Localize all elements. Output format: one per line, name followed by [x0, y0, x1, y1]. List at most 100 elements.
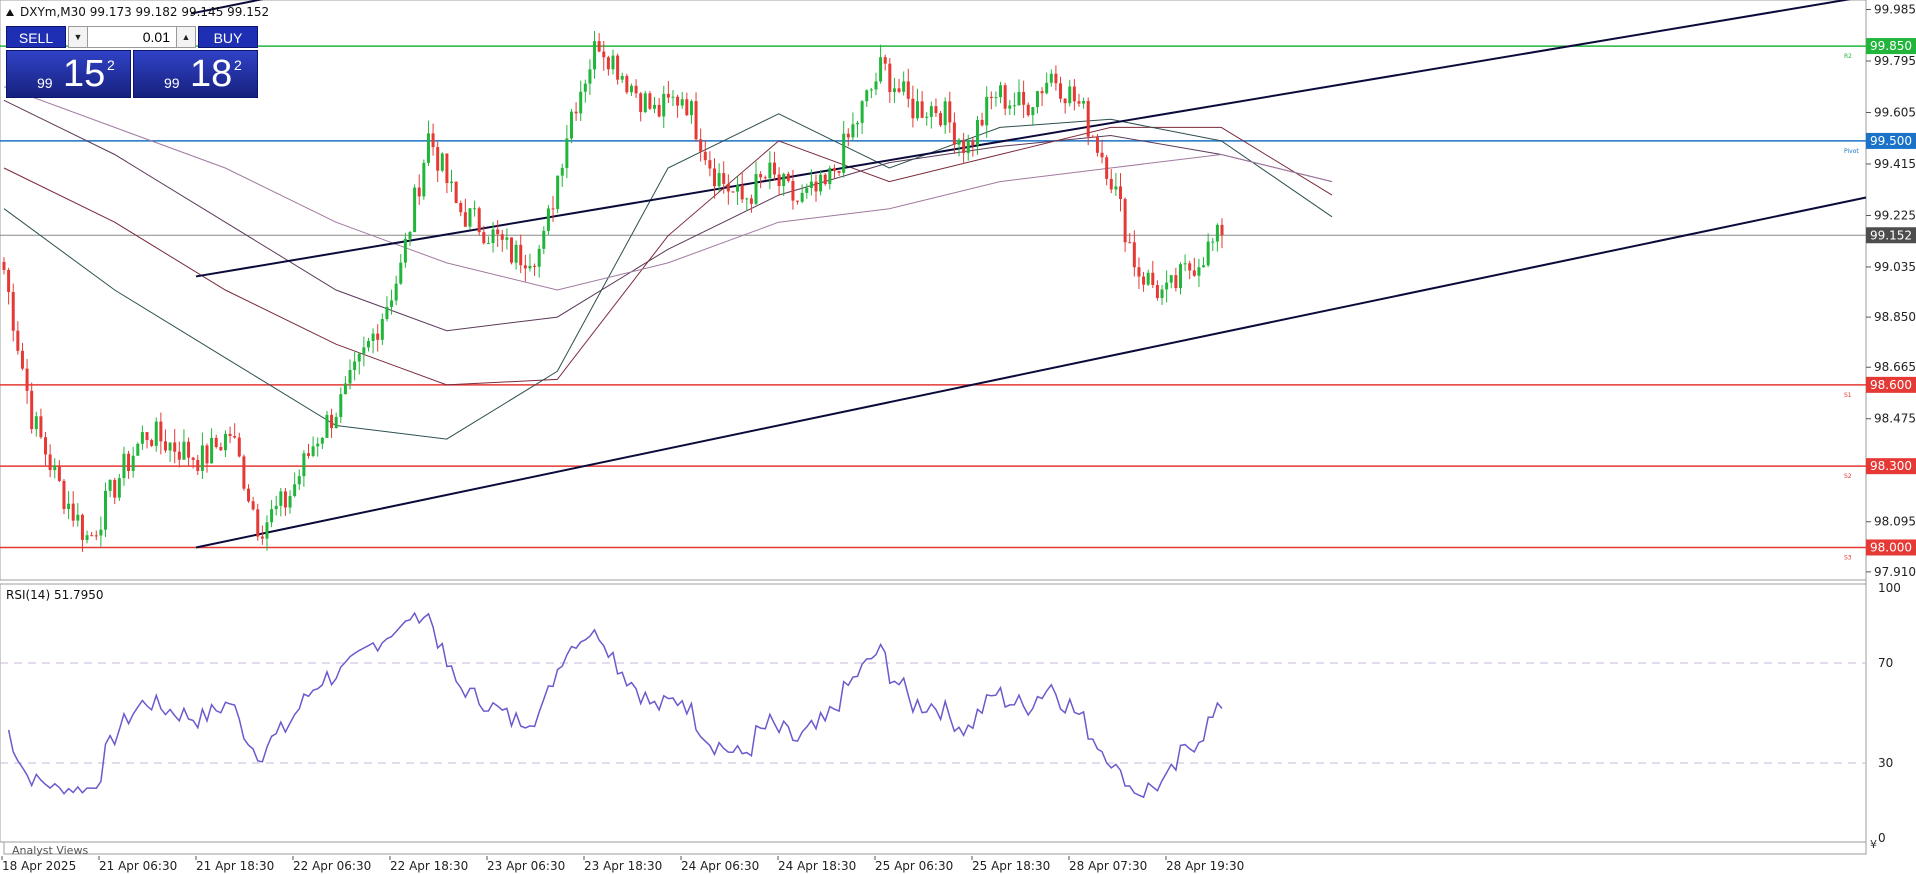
- candle-body: [551, 208, 555, 210]
- candle-body: [999, 85, 1003, 98]
- candle-body: [708, 160, 712, 169]
- candle-body: [1045, 82, 1049, 94]
- candle-body: [629, 85, 633, 93]
- candle-body: [717, 173, 721, 187]
- sell-price-big: 15: [63, 53, 106, 95]
- candle-body: [653, 104, 657, 109]
- candle-body: [1082, 100, 1086, 104]
- rsi-tick-label: 100: [1878, 581, 1901, 595]
- time-label: 25 Apr 18:30: [972, 859, 1050, 873]
- candle-body: [1054, 73, 1058, 84]
- candle-body: [791, 180, 795, 201]
- candle-body: [962, 139, 966, 154]
- buy-button[interactable]: BUY: [198, 26, 258, 48]
- candle-body: [431, 133, 435, 148]
- candle-body: [297, 476, 301, 485]
- scroll-arrow-icon[interactable]: ¥: [1870, 838, 1877, 851]
- candle-body: [159, 421, 163, 442]
- candle-body: [620, 76, 624, 80]
- candle-body: [957, 139, 961, 145]
- candle-body: [814, 181, 818, 192]
- candle-body: [906, 81, 910, 99]
- candle-body: [104, 490, 107, 530]
- candle-body: [1197, 267, 1201, 276]
- candle-body: [408, 232, 412, 239]
- candle-body: [145, 432, 149, 441]
- candle-body: [25, 368, 29, 391]
- candle-body: [251, 501, 255, 510]
- sell-button[interactable]: SELL: [6, 26, 66, 48]
- chart-frame[interactable]: R2 Pivot S1 S2 S3 DXYm,M30 99.173 99.182 99.…: [0, 0, 1916, 874]
- candle-body: [1059, 83, 1063, 99]
- candle-body: [482, 232, 486, 244]
- sell-price-display[interactable]: 99 15 2: [6, 50, 131, 98]
- price-tick-label: 98.850: [1874, 310, 1916, 324]
- candle-body: [616, 55, 620, 80]
- candle-body: [330, 414, 334, 429]
- candle-body: [883, 57, 887, 64]
- candle-body: [952, 122, 956, 145]
- candle-body: [154, 421, 158, 446]
- candle-body: [385, 306, 389, 320]
- candle-body: [897, 88, 901, 92]
- candle-body: [754, 174, 758, 204]
- candle-body: [1063, 98, 1067, 104]
- candle-body: [828, 168, 832, 185]
- current-price-label: 99.152: [1866, 227, 1916, 244]
- lot-decrease-icon[interactable]: ▼: [68, 26, 88, 48]
- candle-body: [676, 96, 680, 106]
- candle-body: [491, 229, 495, 244]
- candle-body: [1137, 267, 1141, 277]
- candle-body: [989, 96, 993, 99]
- candle-body: [657, 104, 661, 117]
- candle-body: [874, 81, 878, 90]
- candle-body: [842, 133, 846, 173]
- candle-body: [496, 229, 500, 235]
- candle-body: [939, 113, 943, 126]
- candle-body: [602, 51, 606, 58]
- lot-increase-icon[interactable]: ▲: [176, 26, 196, 48]
- candle-body: [980, 119, 984, 126]
- candle-body: [343, 383, 347, 395]
- candle-body: [1146, 272, 1150, 285]
- price-tick-label: 99.605: [1874, 105, 1916, 119]
- candle-body: [1211, 241, 1215, 243]
- candle-body: [242, 456, 246, 489]
- candle-body: [1119, 186, 1122, 199]
- rsi-label: RSI(14) 51.7950: [6, 588, 104, 602]
- level-label: 99.850: [1870, 39, 1912, 53]
- level-label: 98.300: [1870, 459, 1912, 473]
- candle-body: [94, 535, 98, 537]
- time-label: 21 Apr 18:30: [196, 859, 274, 873]
- candle-body: [606, 57, 610, 70]
- candle-body: [1095, 136, 1099, 153]
- candle-body: [196, 459, 200, 471]
- candle-body: [694, 101, 698, 140]
- candle-body: [150, 440, 154, 446]
- candle-body: [1188, 263, 1192, 271]
- buy-price-display[interactable]: 99 18 2: [133, 50, 258, 98]
- svg-text:99.152: 99.152: [1870, 228, 1912, 242]
- candle-body: [916, 101, 919, 119]
- candle-body: [579, 91, 583, 114]
- lot-size-input[interactable]: [88, 26, 176, 48]
- candle-body: [975, 119, 979, 146]
- candle-body: [537, 248, 541, 267]
- time-label: 18 Apr 2025: [2, 859, 76, 873]
- price-tick-label: 98.665: [1874, 360, 1916, 374]
- candle-body: [786, 173, 790, 181]
- candle-body: [339, 394, 343, 417]
- candle-body: [514, 244, 518, 263]
- analyst-views-bar[interactable]: [3, 841, 1867, 855]
- rsi-panel[interactable]: [0, 583, 1867, 843]
- candle-body: [334, 416, 338, 429]
- candle-body: [260, 536, 264, 539]
- candle-body: [302, 453, 306, 477]
- price-tick-label: 98.095: [1874, 515, 1916, 529]
- analyst-views-label[interactable]: Analyst Views: [12, 844, 88, 857]
- candle-body: [477, 208, 481, 233]
- candle-body: [200, 445, 204, 471]
- candle-body: [925, 116, 929, 118]
- candle-body: [1026, 104, 1030, 116]
- candle-body: [902, 81, 906, 92]
